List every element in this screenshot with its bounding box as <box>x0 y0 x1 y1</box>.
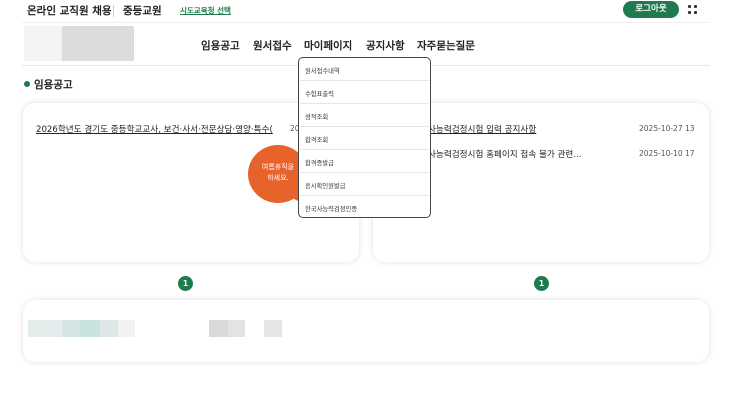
blurred-block <box>264 320 282 337</box>
menu-item-admission-ticket[interactable]: 수험표출력 <box>305 89 334 98</box>
blurred-block <box>228 320 245 337</box>
section-title: 임용공고 <box>34 79 73 91</box>
site-subtitle[interactable]: 중등교원 <box>123 3 162 18</box>
mypage-dropdown-menu: 원서접수내역 수험표출력 성적조회 합격조회 합격증발급 응시확인원발급 한국사… <box>298 57 431 218</box>
notice-link-1[interactable]: 사능력검정시험 입력 공지사항 <box>428 123 536 135</box>
menu-item-certificate-issue[interactable]: 합격증발급 <box>305 158 334 167</box>
blurred-block <box>62 320 80 337</box>
nav-item-recruitment[interactable]: 임용공고 <box>201 38 240 53</box>
recruitment-page-1-button[interactable]: 1 <box>178 276 193 291</box>
logout-button[interactable]: 로그아웃 <box>623 1 679 18</box>
blurred-block <box>28 320 62 337</box>
recruitment-notice-link[interactable]: 2026학년도 경기도 중등학교교사, 보건·사서·전문상담·영양·특수( <box>36 123 273 135</box>
menu-divider <box>300 172 429 173</box>
section-bullet-icon <box>24 81 30 87</box>
nav-item-mypage[interactable]: 마이페이지 <box>304 38 352 53</box>
menu-item-history-exam-cert[interactable]: 한국사능력검정인증 <box>305 204 357 213</box>
menu-divider <box>300 80 429 81</box>
site-logo[interactable] <box>24 26 134 61</box>
region-select-link[interactable]: 시도교육청 선택 <box>180 5 231 16</box>
menu-divider <box>300 103 429 104</box>
nav-item-application[interactable]: 원서접수 <box>253 38 292 53</box>
notice-date-2: 2025-10-10 17 <box>639 149 695 158</box>
menu-divider <box>300 126 429 127</box>
site-title[interactable]: 온라인 교직원 채용 <box>27 3 112 18</box>
menu-item-exam-confirmation[interactable]: 응시확인원발급 <box>305 181 346 190</box>
blurred-block <box>209 320 228 337</box>
notice-link-2[interactable]: 사능력검정시험 홈페이지 접속 불가 관련... <box>428 148 582 160</box>
menu-item-application-history[interactable]: 원서접수내역 <box>305 66 340 75</box>
topbar-divider-line <box>22 22 710 23</box>
blurred-block <box>100 320 118 337</box>
notice-page-1-button[interactable]: 1 <box>534 276 549 291</box>
menu-item-score-inquiry[interactable]: 성적조회 <box>305 112 328 121</box>
nav-item-notices[interactable]: 공지사항 <box>366 38 405 53</box>
top-bar: 온라인 교직원 채용 중등교원 시도교육청 선택 로그아웃 <box>0 0 743 22</box>
menu-divider <box>300 149 429 150</box>
nav-item-faq[interactable]: 자주묻는질문 <box>417 38 475 53</box>
blurred-block <box>80 320 100 337</box>
topbar-divider <box>113 5 114 17</box>
menu-item-result-inquiry[interactable]: 합격조회 <box>305 135 328 144</box>
grid-menu-icon[interactable] <box>688 5 697 14</box>
notice-date-1: 2025-10-27 13 <box>639 124 695 133</box>
menu-divider <box>300 195 429 196</box>
blurred-block <box>118 320 135 337</box>
